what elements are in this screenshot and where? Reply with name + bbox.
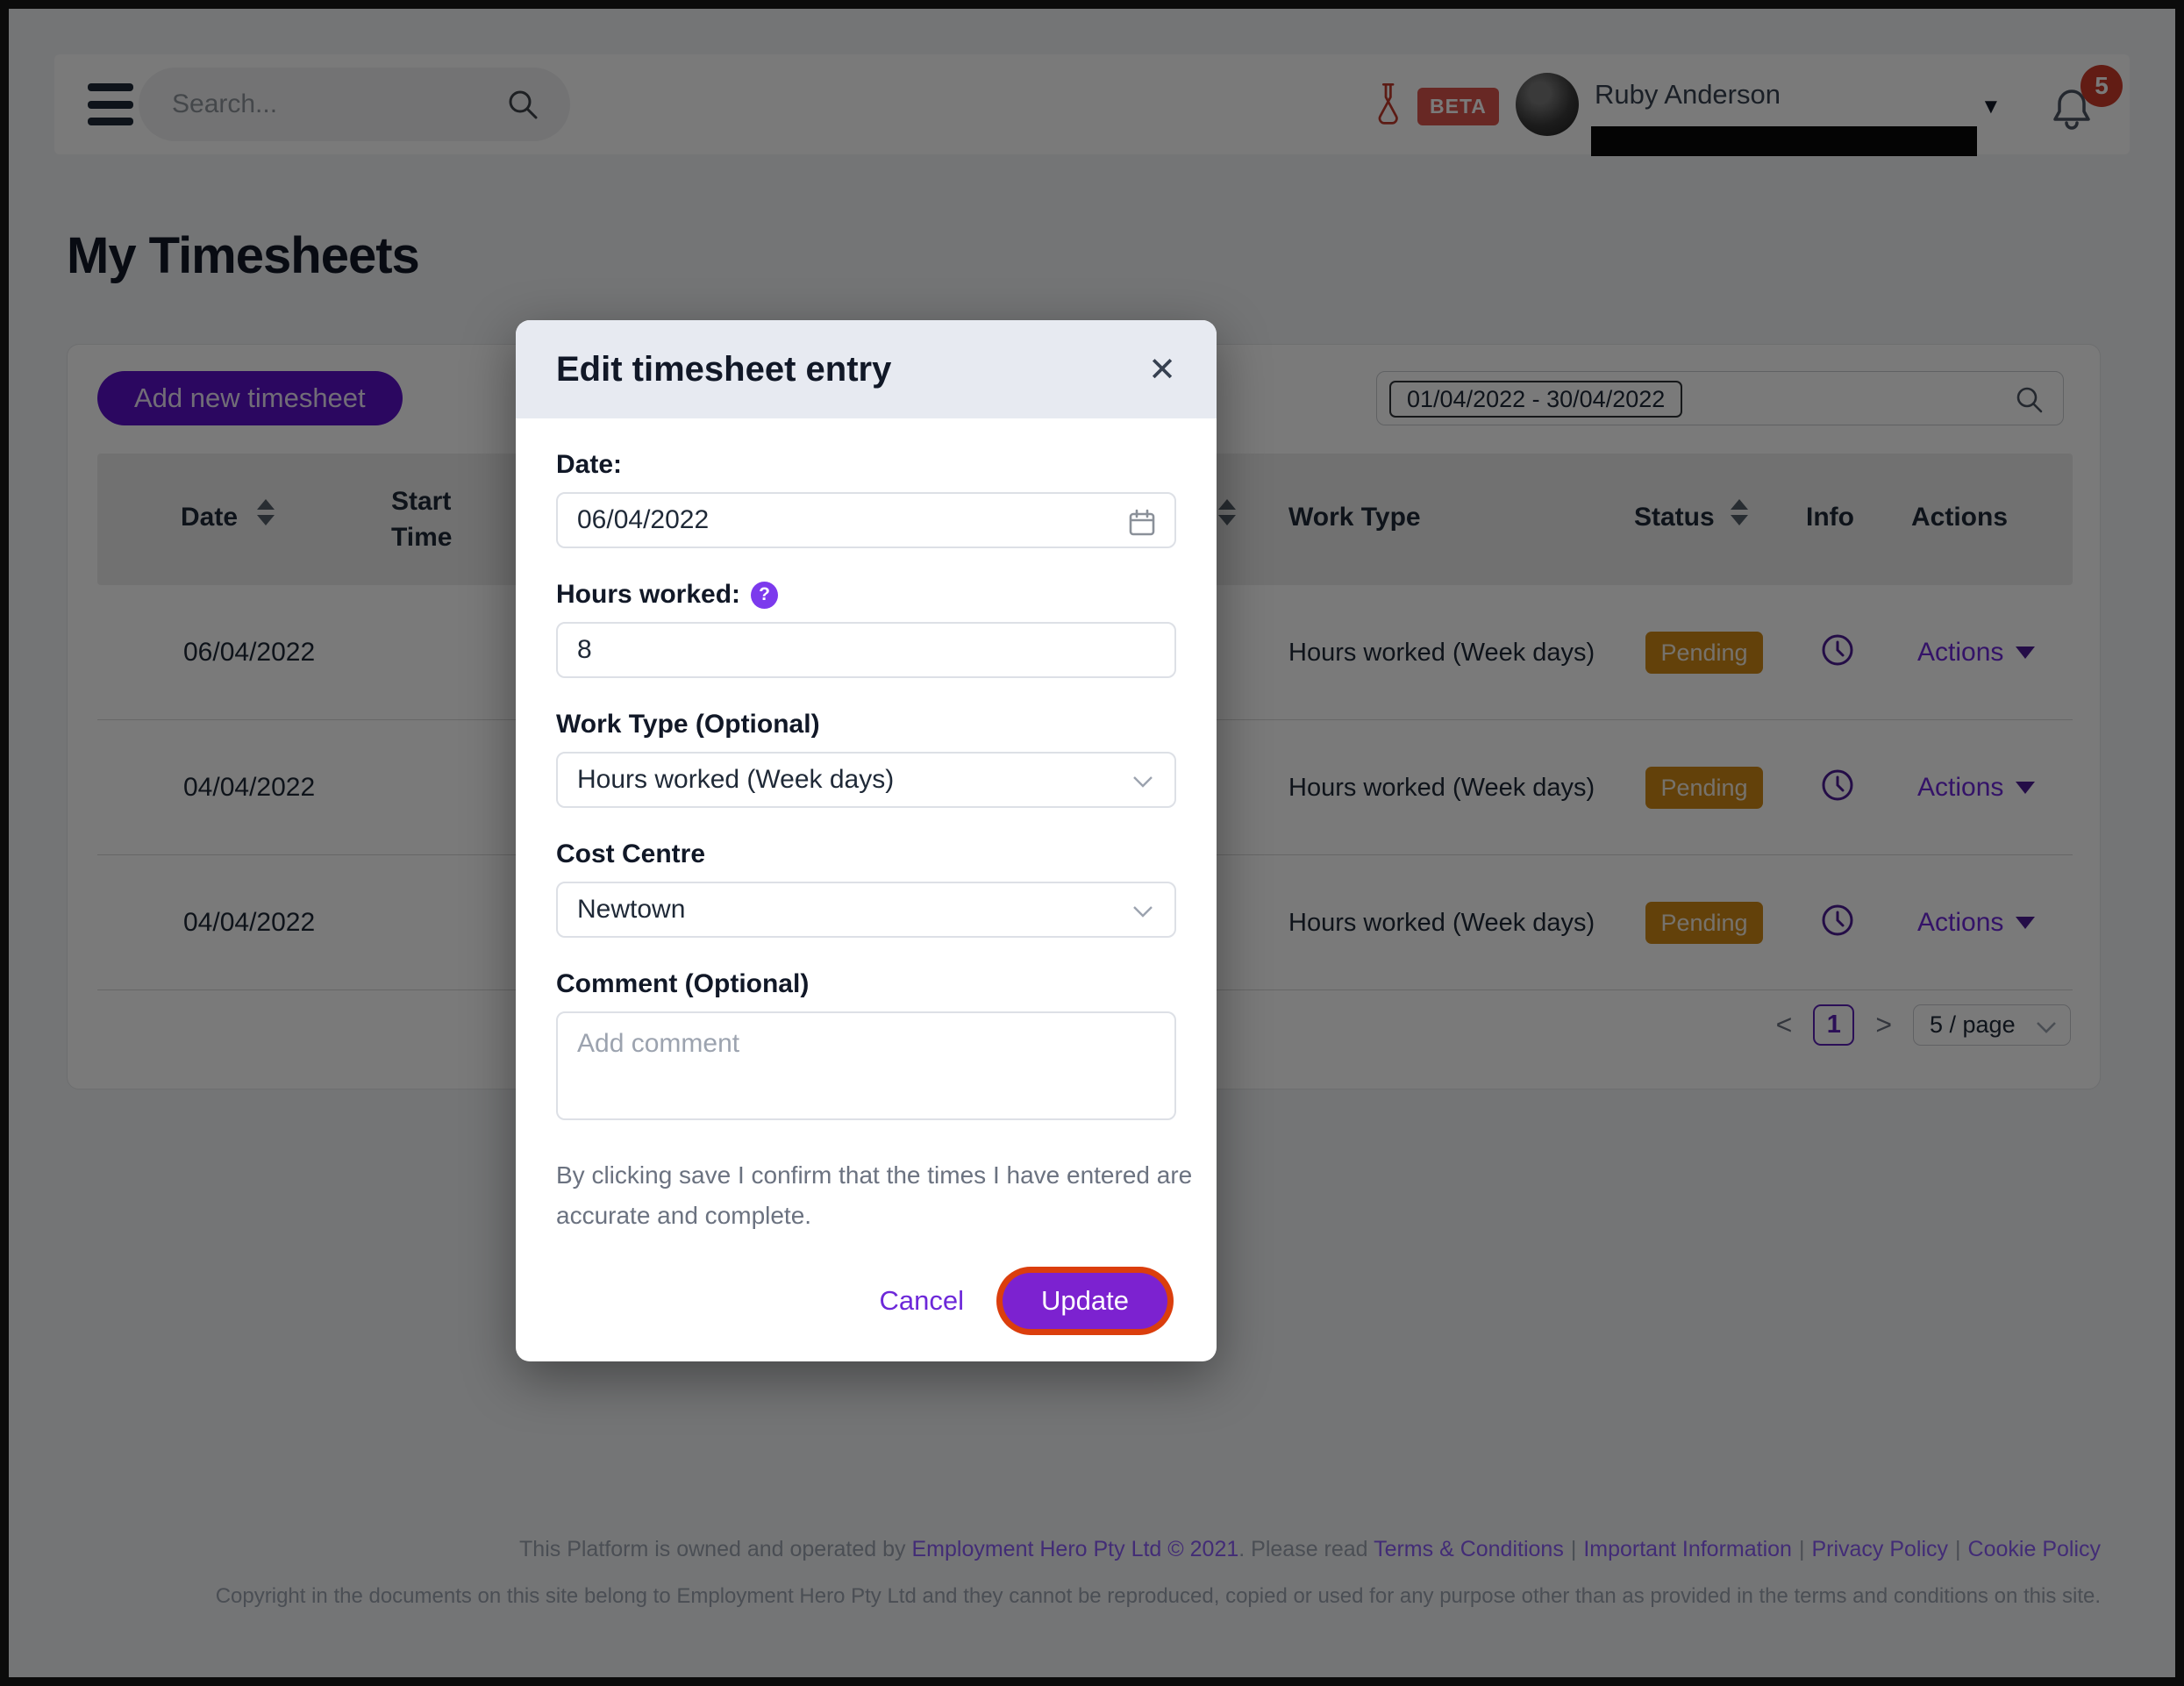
date-label: Date:	[556, 450, 1176, 480]
confirmation-disclaimer: By clicking save I confirm that the time…	[556, 1155, 1205, 1236]
chevron-down-icon	[1131, 773, 1155, 790]
comment-field	[556, 1011, 1176, 1120]
modal-header: Edit timesheet entry ✕	[516, 320, 1217, 418]
edit-timesheet-modal: Edit timesheet entry ✕ Date: Hours worke…	[516, 320, 1217, 1361]
timesheets-page: BETA Ruby Anderson ▼ 5 My Timesheets Add…	[9, 9, 2175, 1677]
close-icon[interactable]: ✕	[1148, 350, 1176, 389]
date-field	[556, 492, 1176, 548]
hours-worked-label: Hours worked: ?	[556, 580, 1176, 610]
comment-textarea[interactable]	[558, 1013, 1174, 1118]
modal-title: Edit timesheet entry	[556, 350, 891, 389]
update-button[interactable]: Update	[1003, 1273, 1167, 1329]
work-type-value: Hours worked (Week days)	[577, 765, 894, 795]
cost-centre-value: Newtown	[577, 895, 685, 925]
work-type-label: Work Type (Optional)	[556, 710, 1176, 739]
screen: BETA Ruby Anderson ▼ 5 My Timesheets Add…	[0, 0, 2184, 1686]
help-icon[interactable]: ?	[751, 582, 778, 609]
chevron-down-icon	[1131, 903, 1155, 920]
cost-centre-select[interactable]: Newtown	[556, 882, 1176, 938]
work-type-select[interactable]: Hours worked (Week days)	[556, 752, 1176, 808]
date-input[interactable]	[558, 505, 1119, 535]
modal-body: Date: Hours worked: ? Work Type (Optiona…	[516, 418, 1217, 1329]
hours-input[interactable]	[558, 635, 1119, 665]
calendar-icon[interactable]	[1127, 508, 1157, 542]
comment-label: Comment (Optional)	[556, 969, 1176, 999]
modal-actions: Cancel Update	[556, 1273, 1176, 1329]
cancel-button[interactable]: Cancel	[880, 1285, 965, 1317]
hours-field	[556, 622, 1176, 678]
cost-centre-label: Cost Centre	[556, 839, 1176, 869]
